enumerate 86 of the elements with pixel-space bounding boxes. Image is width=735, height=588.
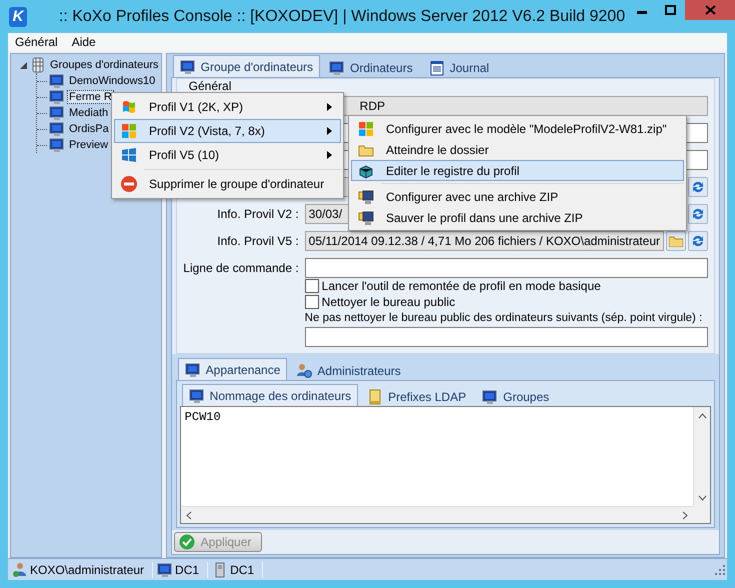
user-icon [12, 562, 28, 578]
refresh-icon [691, 180, 705, 194]
vertical-scrollbar[interactable] [693, 407, 710, 506]
tab[interactable]: Nommage des ordinateurs [182, 384, 358, 406]
app-logo: K [9, 6, 27, 26]
computer-icon [49, 73, 65, 89]
refresh-button[interactable] [688, 204, 708, 224]
field-label: Info. Provil V5 : [217, 234, 299, 248]
chevron-up-icon[interactable] [698, 412, 706, 418]
info-field: 05/11/2014 09.12.38 / 4,71 Mo 206 fichiers / KOXO\administrateur [304, 231, 664, 251]
tab[interactable]: Groupes [475, 387, 556, 406]
tree-item[interactable]: Preview [67, 139, 110, 151]
tab[interactable]: Groupe d'ordinateurs [172, 55, 320, 77]
refresh-button[interactable] [688, 177, 708, 197]
windows-logo-icon [121, 123, 137, 139]
tree-item[interactable]: Mediath [67, 107, 110, 119]
windows-flag-icon [121, 99, 137, 115]
folder-button[interactable] [666, 231, 686, 251]
input-field[interactable] [304, 258, 708, 278]
computer-icon [157, 562, 174, 578]
refresh-button[interactable] [688, 231, 708, 251]
tree-item[interactable]: OrdisPa [67, 123, 111, 135]
database-icon [30, 57, 46, 73]
computer-icon [482, 388, 498, 404]
check-icon [178, 534, 195, 550]
book-icon [367, 388, 384, 404]
chevron-down-icon[interactable] [698, 494, 706, 500]
tab[interactable]: Appartenance [178, 358, 288, 380]
computer-icon [49, 137, 65, 153]
computer-icon [329, 60, 346, 76]
computer-icon [49, 89, 65, 105]
users-icon [296, 362, 312, 378]
menu-item[interactable]: Général [10, 35, 63, 49]
horizontal-scrollbar[interactable] [180, 506, 693, 523]
windows-logo-icon [121, 147, 137, 163]
zip-monitor-icon [358, 188, 374, 204]
menu-item[interactable]: Atteindre le dossier [351, 139, 684, 160]
computer-icon [49, 105, 65, 121]
tree-item[interactable]: Ferme R [67, 90, 114, 104]
group-title: Général [188, 79, 232, 93]
computer-icon [184, 362, 201, 378]
window-title: :: KoXo Profiles Console :: [KOXODEV] | Windows Server 2012 V6.2 Build 9200 [58, 8, 626, 26]
checkbox-label: Lancer l'outil de remontée de profil en mode basique [322, 279, 601, 293]
status-text: KOXO\administrateur [30, 562, 144, 576]
tree-item[interactable]: Groupes d'ordinateurs [48, 59, 160, 71]
checkbox-label: Nettoyer le bureau public [322, 295, 456, 309]
menu-item[interactable]: Configurer avec une archive ZIP [351, 186, 684, 207]
input-field[interactable] [304, 327, 708, 347]
expand-icon[interactable] [19, 60, 28, 70]
field-label: Ligne de commande : [183, 261, 299, 275]
menu-item[interactable]: Aide [66, 35, 101, 49]
menu-item[interactable]: Sauver le profil dans une archive ZIP [351, 207, 684, 228]
computer-icon [180, 58, 196, 74]
tab[interactable]: Administrateurs [289, 361, 408, 380]
checkbox[interactable] [304, 295, 319, 309]
chevron-left-icon[interactable] [186, 510, 192, 520]
close-icon [704, 5, 716, 15]
tab[interactable]: Prefixes LDAP [360, 387, 474, 406]
text-content: PCW10 [184, 409, 222, 426]
registry-icon [358, 162, 374, 178]
status-text: DC1 [175, 562, 200, 576]
computer-icon [49, 121, 65, 137]
computer-icon [188, 388, 205, 404]
menu-item[interactable]: Editer le registre du profil [351, 160, 684, 181]
close-button[interactable] [685, 0, 735, 20]
field-label: Ne pas nettoyer le bureau public des ordinateurs suivants (sép. point virgule) : [304, 312, 704, 324]
tab[interactable]: Ordinateurs [322, 58, 420, 77]
delete-icon [120, 175, 138, 193]
tab[interactable]: Journal [422, 58, 496, 77]
menu-item[interactable]: Configurer avec le modèle "ModeleProfilV2-W81.zip" [351, 118, 684, 139]
tree-item[interactable]: DemoWindows10 [67, 75, 158, 87]
refresh-icon [691, 207, 705, 221]
checkbox[interactable] [304, 279, 319, 293]
chevron-right-icon[interactable] [682, 510, 688, 520]
menu-item[interactable]: Profil V5 (10) [114, 143, 342, 167]
menu-item[interactable]: Supprimer le groupe d'ordinateur [114, 172, 342, 196]
menu-item[interactable]: Profil V2 (Vista, 7, 8x) [114, 119, 342, 143]
field-label: Info. Provil V2 : [217, 207, 299, 221]
notepad-icon [428, 60, 445, 76]
folder-icon [669, 235, 683, 247]
refresh-icon [691, 234, 705, 248]
windows-logo-icon [358, 120, 374, 136]
zip-monitor-icon [358, 210, 374, 226]
resize-grip-icon[interactable] [715, 564, 725, 574]
status-text: DC1 [230, 562, 254, 576]
maximize-icon [665, 5, 676, 15]
